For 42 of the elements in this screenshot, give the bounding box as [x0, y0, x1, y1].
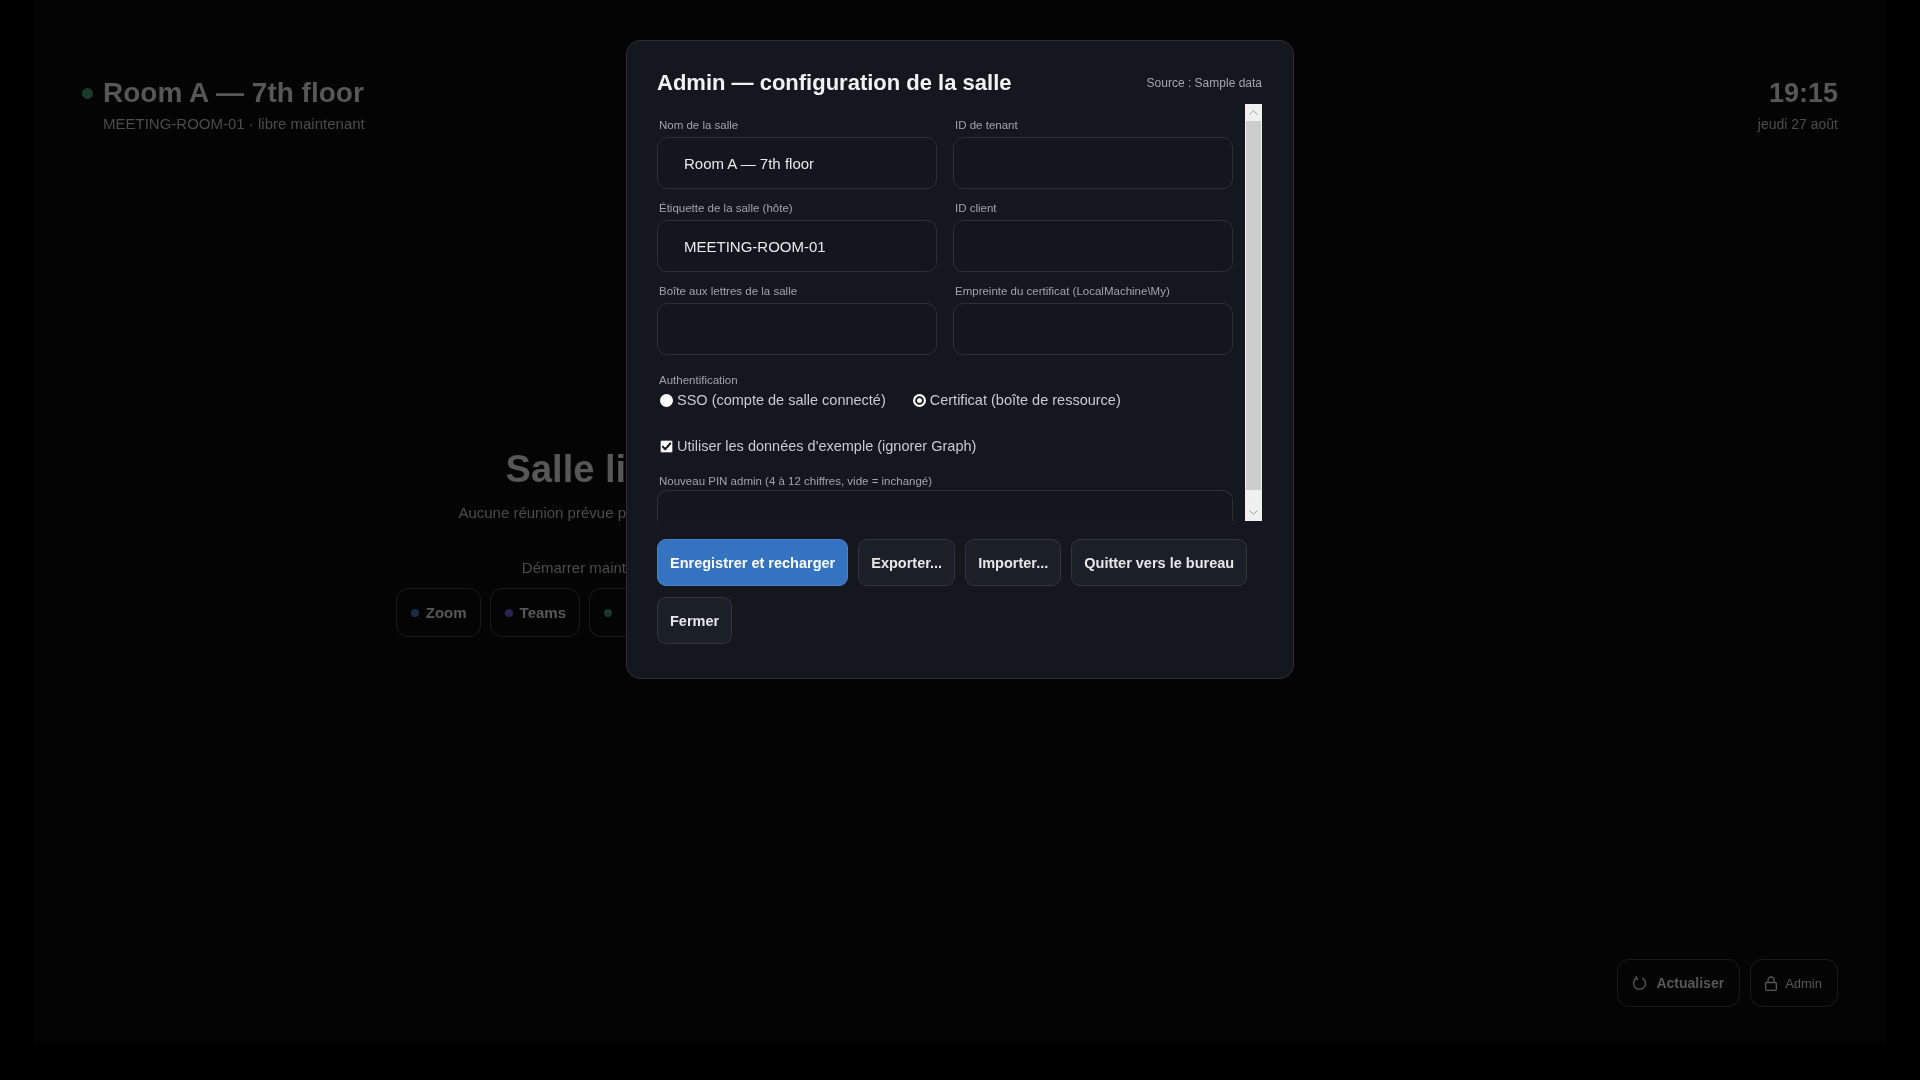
input-field[interactable]: MEETING-ROOM-01 — [657, 220, 937, 272]
field-label: Nouveau PIN admin (4 à 12 chiffres, vide = inchangé) — [659, 474, 933, 489]
field-label: Boîte aux lettres de la salle — [659, 284, 798, 299]
input-field[interactable]: Room A — 7th floor — [657, 137, 937, 189]
input-field[interactable] — [953, 220, 1233, 272]
radio-icon[interactable] — [912, 393, 926, 407]
input-field[interactable] — [953, 137, 1233, 189]
chevron-up-icon — [1249, 110, 1258, 115]
checkbox-icon[interactable] — [660, 439, 673, 453]
field-label: Empreinte du certificat (LocalMachine\My) — [955, 284, 1170, 299]
secondary-button[interactable]: Exporter... — [858, 539, 956, 586]
dialog-title: Admin — configuration de la salle — [657, 69, 1012, 97]
primary-button[interactable]: Enregistrer et recharger — [657, 539, 849, 586]
secondary-button[interactable]: Fermer — [657, 597, 733, 644]
field-label: ID de tenant — [955, 118, 1018, 133]
room-title: Room A — 7th floor — [103, 76, 364, 110]
secondary-button[interactable]: Quitter vers le bureau — [1071, 539, 1248, 586]
field-label: Authentification — [659, 373, 738, 388]
radio-option[interactable]: SSO (compte de salle connecté) — [657, 390, 886, 410]
scrollbar-thumb[interactable] — [1246, 121, 1261, 490]
checkbox-option[interactable]: Utiliser les données d'exemple (ignorer Graph) — [657, 436, 977, 456]
input-field[interactable] — [953, 303, 1233, 355]
clock-time: 19:15 — [1768, 77, 1838, 110]
status-dot-icon — [82, 87, 93, 99]
scrollbar[interactable] — [1245, 104, 1262, 521]
field-label: Étiquette de la salle (hôte) — [659, 201, 793, 216]
status-heading: Salle li — [505, 447, 626, 492]
input-field[interactable] — [657, 490, 1233, 521]
radio-option[interactable]: Certificat (boîte de ressource) — [909, 390, 1121, 410]
input-field[interactable] — [657, 303, 937, 355]
field-label: Nom de la salle — [659, 118, 739, 133]
status-message: Aucune réunion prévue p — [458, 503, 626, 523]
chevron-down-icon — [1249, 510, 1258, 515]
room-subtitle: MEETING-ROOM-01 · libre maintenant — [103, 114, 365, 134]
clock-date: jeudi 27 août — [1757, 115, 1838, 134]
secondary-button[interactable]: Importer... — [965, 539, 1062, 586]
section-label: Démarrer maint — [521, 558, 626, 578]
radio-icon[interactable] — [660, 393, 673, 407]
field-label: ID client — [955, 201, 997, 216]
lock-icon — [1765, 975, 1778, 991]
source-label: Source : Sample data — [1146, 75, 1262, 91]
refresh-icon — [1632, 975, 1648, 991]
